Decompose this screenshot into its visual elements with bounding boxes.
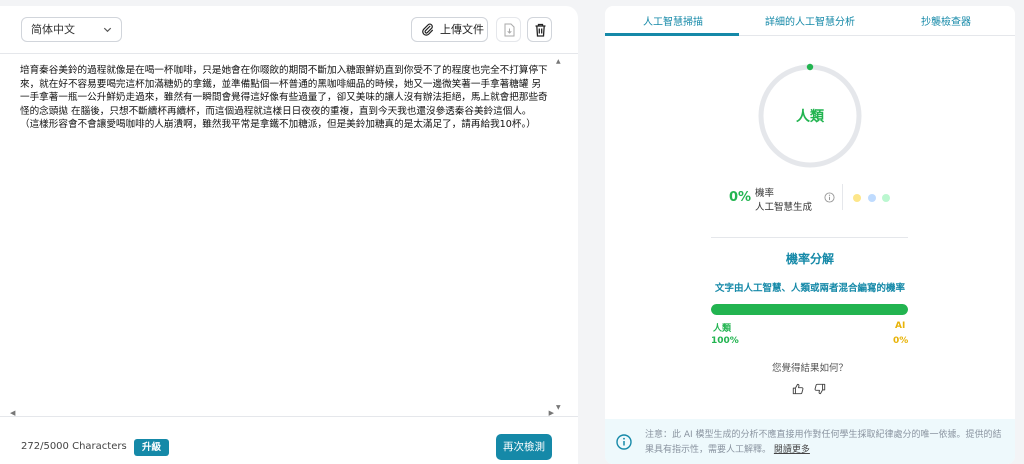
chevron-down-icon [103,27,112,33]
results-panel: 人工智慧掃描 詳細的人工智慧分析 抄襲檢查器 人類 0% 機率 人工智慧生成 機… [605,6,1015,464]
recheck-button[interactable]: 再次檢測 [496,434,552,460]
info-circle-icon [616,434,632,450]
editor-panel: 简体中文 上傳文件 培育秦谷美鈴的過程就像是在喝一杯咖啡，只是她會在你啜飲的期間… [0,6,578,464]
language-select-value: 简体中文 [31,23,75,36]
active-tab-indicator [605,33,739,36]
upgrade-button[interactable]: 升級 [134,439,169,456]
upload-file-label: 上傳文件 [440,23,484,36]
ai-percentage: 0% [893,336,909,346]
thumbs-down-icon[interactable] [814,383,826,395]
vertical-divider [842,184,843,210]
editor-toolbar: 简体中文 上傳文件 [0,6,578,54]
legend-dot-blue [868,194,876,202]
tab-plagiarism-checker[interactable]: 抄襲檢查器 [921,13,971,28]
verdict-label: 人類 [796,109,824,125]
info-icon[interactable] [824,192,835,203]
thumbs-up-icon[interactable] [792,383,804,395]
breakdown-title: 機率分解 [785,252,834,266]
ai-generated-label: 人工智慧生成 [755,202,813,213]
paperclip-icon [422,23,433,36]
results-tabs: 人工智慧掃描 詳細的人工智慧分析 抄襲檢查器 [605,6,1015,36]
tab-ai-scan[interactable]: 人工智慧掃描 [643,13,703,28]
editor-footer: 272/5000 Characters 升級 再次檢測 [0,416,578,464]
feedback-question: 您覺得結果如何？ [771,363,848,374]
probability-bar [711,304,908,315]
human-probability-fill [711,304,908,315]
tab-detailed-analysis[interactable]: 詳細的人工智慧分析 [765,13,855,28]
upload-file-button[interactable]: 上傳文件 [411,17,488,42]
human-label: 人類 [713,324,732,334]
trash-icon [535,23,546,37]
ai-label: AI [895,321,906,331]
ai-probability-value: 0% [729,190,752,205]
human-percentage: 100% [711,336,739,346]
section-divider [711,237,908,238]
character-count: 272/5000 Characters [21,441,127,452]
gauge-indicator-dot [806,63,814,71]
file-button[interactable] [496,17,521,42]
legend-dot-yellow [853,194,861,202]
file-download-icon [504,23,515,37]
probability-label: 機率 [755,188,775,199]
text-input[interactable]: 培育秦谷美鈴的過程就像是在喝一杯咖啡，只是她會在你啜飲的期間不斷加入糖跟鮮奶直到… [20,64,548,404]
disclaimer-body: 注意：此 AI 模型生成的分析不應直接用作對任何學生採取紀律處分的唯一依據。提供… [645,430,1002,455]
vertical-scrollbar[interactable]: ▲ ▼ [555,54,563,414]
legend-dot-green [882,194,890,202]
read-more-link[interactable]: 閱讀更多 [774,445,810,455]
disclaimer-notice: 注意：此 AI 模型生成的分析不應直接用作對任何學生採取紀律處分的唯一依據。提供… [605,419,1015,464]
scroll-down-icon[interactable]: ▼ [556,404,561,411]
breakdown-subtitle: 文字由人工智慧、人類或兩者混合編寫的機率 [714,283,905,294]
language-select[interactable]: 简体中文 [21,17,122,42]
disclaimer-text: 注意：此 AI 模型生成的分析不應直接用作對任何學生採取紀律處分的唯一依據。提供… [645,428,1005,458]
delete-button[interactable] [527,17,552,42]
scroll-up-icon[interactable]: ▲ [556,58,561,65]
